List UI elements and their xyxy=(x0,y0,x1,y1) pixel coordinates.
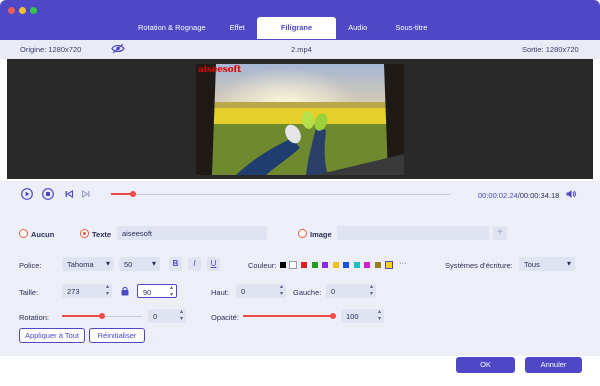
writing-system-select[interactable]: Tous xyxy=(519,257,575,271)
stop-icon[interactable] xyxy=(42,188,54,200)
tab-bar: Rotation & Rognage Effet Filigrane Audio… xyxy=(126,17,443,39)
font-size-select[interactable]: 50 xyxy=(119,257,160,271)
radio-image[interactable] xyxy=(298,229,307,238)
left-input[interactable]: 0 xyxy=(326,284,376,298)
color-swatch-purple[interactable] xyxy=(322,262,328,268)
video-thumbnail xyxy=(196,64,404,175)
lock-icon[interactable] xyxy=(121,286,129,298)
radio-text-label: Texte xyxy=(92,230,112,239)
tab-subtitle[interactable]: Sous-titre xyxy=(379,17,443,39)
color-swatch-red[interactable] xyxy=(301,262,307,268)
radio-text[interactable] xyxy=(80,229,89,238)
writing-system-label: Systèmes d'écriture: xyxy=(445,261,513,270)
font-select[interactable]: Tahoma xyxy=(62,257,114,271)
previous-frame-icon[interactable] xyxy=(63,188,75,200)
more-colors-button[interactable]: ··· xyxy=(399,258,407,267)
radio-none-label: Aucun xyxy=(31,230,55,239)
color-swatch-yellow[interactable] xyxy=(333,262,339,268)
watermark-overlay[interactable]: aiseesoft xyxy=(198,65,241,75)
watermark-text-input[interactable]: aiseesoft xyxy=(117,226,267,240)
top-input[interactable]: 0 xyxy=(236,284,286,298)
next-frame-icon[interactable] xyxy=(80,188,92,200)
tab-audio[interactable]: Audio xyxy=(336,17,379,39)
color-swatch-white[interactable] xyxy=(289,261,297,269)
color-swatch-magenta[interactable] xyxy=(364,262,370,268)
font-label: Police: xyxy=(19,261,42,270)
top-label: Haut: xyxy=(211,288,229,297)
video-preview: aiseesoft xyxy=(7,59,593,179)
color-swatch-gold[interactable] xyxy=(385,261,393,269)
zoom-window-button[interactable] xyxy=(30,7,37,14)
volume-icon[interactable] xyxy=(565,188,577,200)
origin-resolution: Origine: 1280x720 xyxy=(20,45,82,54)
opacity-label: Opacité: xyxy=(211,313,239,322)
color-swatch-green[interactable] xyxy=(312,262,318,268)
minimize-window-button[interactable] xyxy=(19,7,26,14)
player-controls: 00:00:02.24/00:00:34.18 xyxy=(0,181,600,209)
color-swatch-blue[interactable] xyxy=(343,262,349,268)
rotation-input[interactable]: 0 xyxy=(148,309,186,323)
apply-to-all-button[interactable]: Appliquer à Tout xyxy=(19,328,85,343)
bold-button[interactable]: B xyxy=(169,257,182,271)
add-image-button[interactable]: + xyxy=(493,226,507,240)
rotation-label: Rotation: xyxy=(19,313,50,322)
eye-icon[interactable] xyxy=(111,43,125,56)
timeline-track[interactable] xyxy=(111,194,450,195)
watermark-image-input[interactable] xyxy=(337,226,489,240)
opacity-slider-fill xyxy=(243,315,333,317)
rotation-slider-fill xyxy=(62,315,102,317)
color-swatch-black[interactable] xyxy=(280,262,286,268)
color-swatch-cyan[interactable] xyxy=(354,262,360,268)
height-input[interactable]: 90 xyxy=(137,284,177,299)
color-swatch-olive[interactable] xyxy=(375,262,381,268)
ok-button[interactable]: OK xyxy=(456,357,515,373)
underline-button[interactable]: U xyxy=(207,257,220,271)
file-name: 2.mp4 xyxy=(291,45,312,54)
total-time: /00:00:34.18 xyxy=(517,191,560,200)
tab-effect[interactable]: Effet xyxy=(218,17,257,39)
opacity-slider-handle[interactable] xyxy=(330,313,336,319)
opacity-input[interactable]: 100 xyxy=(341,309,384,323)
close-window-button[interactable] xyxy=(8,7,15,14)
video-frame[interactable]: aiseesoft xyxy=(196,64,404,175)
output-resolution: Sortie: 1280x720 xyxy=(522,45,579,54)
timeline-handle[interactable] xyxy=(130,191,137,197)
cancel-button[interactable]: Annuler xyxy=(525,357,582,373)
tab-watermark[interactable]: Filigrane xyxy=(256,17,337,39)
tab-rotation-crop[interactable]: Rotation & Rognage xyxy=(126,17,218,39)
title-bar: Rotation & Rognage Effet Filigrane Audio… xyxy=(0,0,600,40)
reset-button[interactable]: Réinitialiser xyxy=(89,328,145,343)
color-label: Couleur: xyxy=(248,261,277,270)
rotation-slider-handle[interactable] xyxy=(99,313,105,319)
radio-image-label: Image xyxy=(310,230,332,239)
play-icon[interactable] xyxy=(21,188,33,200)
radio-none[interactable] xyxy=(19,229,28,238)
italic-button[interactable]: I xyxy=(188,257,201,271)
size-label: Taille: xyxy=(19,288,39,297)
time-display: 00:00:02.24/00:00:34.18 xyxy=(478,191,559,200)
current-time: 00:00:02.24 xyxy=(478,191,518,200)
info-bar: Origine: 1280x720 2.mp4 Sortie: 1280x720 xyxy=(0,40,600,59)
width-input[interactable]: 273 xyxy=(62,284,112,298)
left-label: Gauche: xyxy=(293,288,322,297)
